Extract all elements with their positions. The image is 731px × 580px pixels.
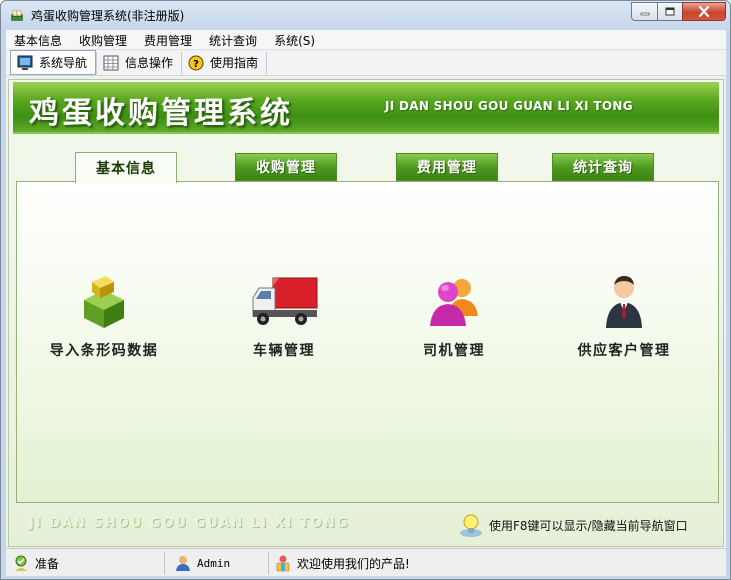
status-ready: 准备 [12,550,59,576]
f8-hint: 使用F8键可以显示/隐藏当前导航窗口 [457,510,688,540]
tab-expense[interactable]: 费用管理 [396,153,498,181]
import-barcode-item[interactable]: 导入条形码数据 [29,272,179,372]
banner-title: 鸡蛋收购管理系统 [29,96,293,131]
tab-statistics[interactable]: 统计查询 [552,153,654,181]
users-icon [430,279,478,326]
import-barcode-label: 导入条形码数据 [49,343,159,359]
window-title: 鸡蛋收购管理系统(非注册版) [31,9,185,23]
menu-system[interactable]: 系统(S) [266,30,324,49]
egg-basket-icon [11,9,23,21]
status-separator [164,552,165,574]
box-import-icon [84,276,124,328]
grid-table-icon [103,55,119,70]
status-user: Admin [174,550,230,576]
help-icon: ? [188,55,204,70]
banner-subtitle: JI DAN SHOU GOU GUAN LI XI TONG [385,99,633,113]
tab-content-area: 导入条形码数据 车辆管理 司机管理 供应客户管理 [16,181,719,503]
title-bar[interactable]: 鸡蛋收购管理系统(非注册版) [1,1,730,29]
monitor-icon [17,55,33,70]
minimize-icon [640,12,649,15]
maximize-icon [665,7,675,16]
footer-watermark-text: JI DAN SHOU GOU GUAN LI XI TONG [29,516,350,531]
truck-icon [252,277,318,325]
info-operation-label: 信息操作 [125,56,174,70]
system-nav-button[interactable]: 系统导航 [10,50,97,75]
customer-icon [606,276,642,328]
status-message-text: 欢迎使用我们的产品! [297,556,410,571]
minimize-button[interactable] [631,2,657,21]
header-banner: 鸡蛋收购管理系统 JI DAN SHOU GOU GUAN LI XI TONG [13,82,719,134]
info-operation-button[interactable]: 信息操作 [97,50,181,75]
user-guide-button[interactable]: ? 使用指南 [182,50,266,75]
svg-text:?: ? [193,59,199,70]
ready-status-icon [15,555,27,571]
system-nav-label: 系统导航 [39,56,88,70]
status-user-text: Admin [197,556,231,570]
menu-expense[interactable]: 费用管理 [136,30,201,49]
status-ready-text: 准备 [35,556,60,571]
welcome-icon [276,555,290,572]
tab-basic-info[interactable]: 基本信息 [75,152,177,183]
maximize-button[interactable] [657,2,682,21]
user-guide-label: 使用指南 [210,56,259,70]
vehicle-management-item[interactable]: 车辆管理 [209,272,359,372]
status-bar: 准备 Admin 欢迎使用我们的产品! [6,548,726,576]
menu-statistics[interactable]: 统计查询 [201,30,266,49]
navigation-panel: 鸡蛋收购管理系统 JI DAN SHOU GOU GUAN LI XI TONG… [8,79,724,547]
menu-purchase[interactable]: 收购管理 [71,30,136,49]
toolbar: 系统导航 信息操作 ? 使用指南 [6,50,726,76]
menu-basic-info[interactable]: 基本信息 [6,30,71,49]
supplier-customer-item[interactable]: 供应客户管理 [549,272,699,372]
supplier-customer-label: 供应客户管理 [577,343,671,359]
vehicle-management-label: 车辆管理 [253,343,315,359]
toolbar-separator [266,52,268,74]
app-window: 鸡蛋收购管理系统(非注册版) 基本信息 收购管理 费用管理 统计查询 系统(S) [0,0,731,580]
menu-bar: 基本信息 收购管理 费用管理 统计查询 系统(S) [6,30,726,50]
lightbulb-icon [460,514,482,537]
driver-management-label: 司机管理 [423,343,485,359]
window-controls [631,2,726,22]
close-icon [698,6,710,17]
tab-purchase[interactable]: 收购管理 [235,153,337,181]
driver-management-item[interactable]: 司机管理 [379,272,529,372]
close-button[interactable] [682,2,726,21]
user-icon [176,556,190,571]
status-separator [268,552,269,574]
client-area: 基本信息 收购管理 费用管理 统计查询 系统(S) 系统导航 信息操作 ? 使用… [6,30,726,576]
f8-hint-text: 使用F8键可以显示/隐藏当前导航窗口 [489,518,688,533]
status-message: 欢迎使用我们的产品! [274,550,410,576]
